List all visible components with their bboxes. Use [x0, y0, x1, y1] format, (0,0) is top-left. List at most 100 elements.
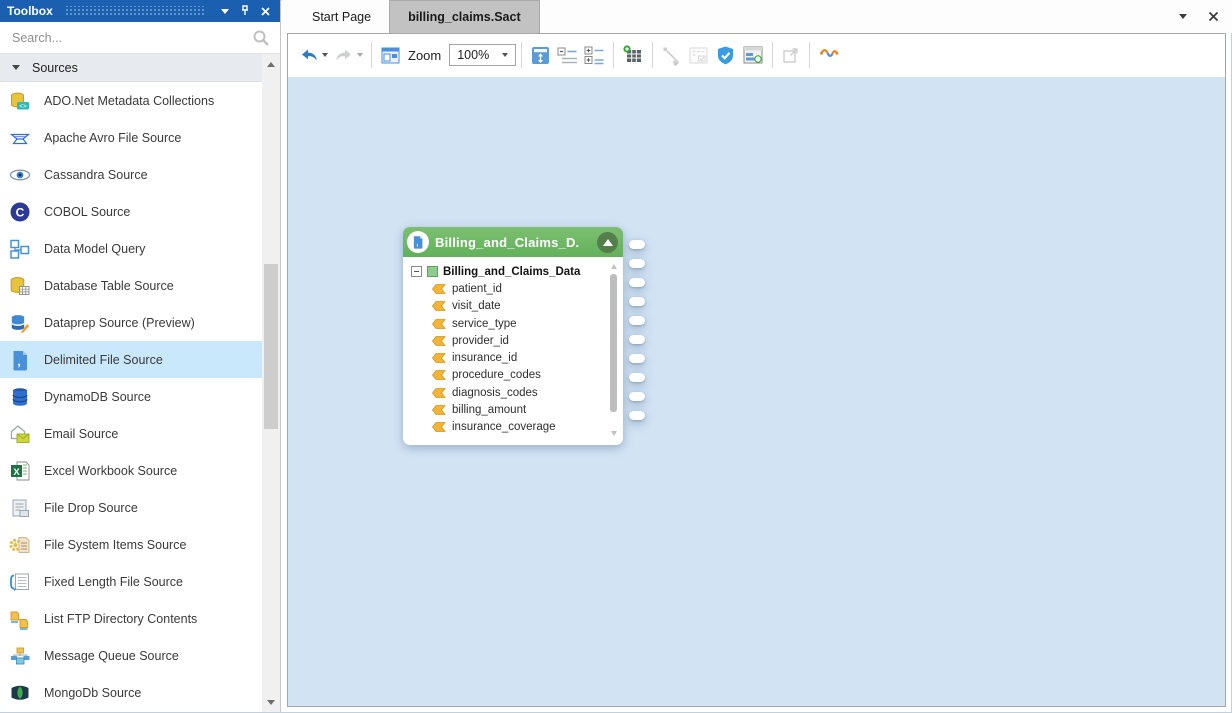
ado-net-icon: <> — [9, 90, 31, 112]
sources-section-header[interactable]: Sources — [0, 54, 262, 82]
toolbox-item-label: Cassandra Source — [44, 168, 148, 182]
collapse-triangle-icon — [603, 239, 613, 246]
tab-list-dropdown-icon[interactable] — [1176, 10, 1190, 24]
toolbox-title: Toolbox — [7, 4, 53, 18]
toolbox-items-list: <> ADO.Net Metadata Collections Apache A… — [0, 82, 262, 711]
undo-button[interactable] — [296, 40, 331, 70]
node-scrollbar-thumb[interactable] — [610, 274, 617, 412]
file-system-icon — [9, 534, 31, 556]
tab-billing-claims[interactable]: billing_claims.Sact — [389, 0, 540, 33]
scrollbar-thumb[interactable] — [264, 264, 278, 429]
field-row[interactable]: visit_date — [432, 298, 605, 315]
output-port[interactable] — [629, 411, 645, 420]
node-collapse-button[interactable] — [597, 232, 618, 253]
fit-node-button[interactable] — [527, 40, 554, 70]
field-row[interactable]: provider_id — [432, 332, 605, 349]
layout-options-button[interactable] — [377, 40, 404, 70]
field-row[interactable]: procedure_codes — [432, 367, 605, 384]
toolbox-item-label: Dataprep Source (Preview) — [44, 316, 195, 330]
toolbox-item[interactable]: Message Queue Source — [0, 637, 262, 674]
toolbox-item[interactable]: MongoDb Source — [0, 674, 262, 711]
zoom-level-select[interactable]: 100% — [449, 44, 516, 66]
field-row[interactable]: service_type — [432, 315, 605, 332]
field-icon — [432, 388, 446, 398]
scroll-up-icon[interactable] — [262, 56, 280, 72]
titlebar-grip-texture — [65, 6, 205, 16]
output-port[interactable] — [629, 373, 645, 382]
undo-dropdown-icon — [322, 53, 328, 57]
toolbar-separator — [652, 42, 653, 68]
expand-all-button[interactable] — [581, 40, 608, 70]
search-icon[interactable] — [252, 29, 270, 47]
toolbox-item-label: Data Model Query — [44, 242, 145, 256]
preview-data-button[interactable] — [685, 40, 712, 70]
tab-start-page[interactable]: Start Page — [294, 0, 389, 33]
toolbox-menu-dropdown-icon[interactable] — [217, 3, 233, 19]
toolbox-item[interactable]: Fixed Length File Source — [0, 563, 262, 600]
field-row[interactable]: diagnosis_codes — [432, 384, 605, 401]
toolbox-item[interactable]: File Drop Source — [0, 489, 262, 526]
node-scroll-up-icon[interactable] — [611, 264, 617, 270]
close-tab-icon[interactable] — [1206, 10, 1220, 24]
output-port[interactable] — [629, 392, 645, 401]
collapse-all-button[interactable] — [554, 40, 581, 70]
redo-button[interactable] — [331, 40, 366, 70]
field-label: visit_date — [452, 300, 501, 312]
tree-collapse-icon[interactable] — [411, 266, 422, 277]
verify-dataflow-button[interactable] — [712, 40, 739, 70]
toolbox-item[interactable]: X Excel Workbook Source — [0, 452, 262, 489]
add-table-button[interactable] — [619, 40, 647, 70]
toolbox-item[interactable]: C COBOL Source — [0, 193, 262, 230]
file-drop-icon — [9, 497, 31, 519]
search-input[interactable] — [10, 30, 252, 46]
node-fields-list: patient_id visit_date service_type provi… — [411, 280, 605, 436]
svg-text:X: X — [13, 466, 20, 477]
toolbox-item[interactable]: <> ADO.Net Metadata Collections — [0, 82, 262, 119]
toolbox-item[interactable]: , Delimited File Source — [0, 341, 262, 378]
pin-icon[interactable] — [237, 3, 253, 19]
toolbox-item[interactable]: Database Table Source — [0, 267, 262, 304]
node-scrollbar[interactable] — [610, 264, 618, 437]
field-row[interactable]: billing_amount — [432, 401, 605, 418]
output-port[interactable] — [629, 335, 645, 344]
mongodb-icon — [9, 682, 31, 704]
output-port[interactable] — [629, 240, 645, 249]
dynamodb-icon — [9, 386, 31, 408]
output-port[interactable] — [629, 278, 645, 287]
job-progress-window-icon — [742, 44, 764, 66]
toolbox-scrollbar[interactable] — [262, 54, 280, 712]
node-root-row[interactable]: Billing_and_Claims_Data — [411, 263, 605, 280]
cassandra-icon — [9, 164, 31, 186]
output-port[interactable] — [629, 354, 645, 363]
toolbox-item[interactable]: Apache Avro File Source — [0, 119, 262, 156]
toolbox-item[interactable]: Data Model Query — [0, 230, 262, 267]
toolbox-item-label: Apache Avro File Source — [44, 131, 181, 145]
close-icon[interactable] — [257, 3, 273, 19]
toolbox-item[interactable]: Cassandra Source — [0, 156, 262, 193]
scroll-down-icon[interactable] — [262, 694, 280, 710]
toolbox-item[interactable]: List FTP Directory Contents — [0, 600, 262, 637]
auto-layout-links-button[interactable] — [815, 40, 843, 70]
toolbox-item[interactable]: File System Items Source — [0, 526, 262, 563]
job-progress-window-button[interactable] — [739, 40, 767, 70]
output-port[interactable] — [629, 297, 645, 306]
dataflow-canvas[interactable]: , Billing_and_Claims_D. Billing_and_Clai… — [288, 77, 1225, 706]
field-row[interactable]: patient_id — [432, 280, 605, 297]
node-header[interactable]: , Billing_and_Claims_D. — [403, 227, 623, 257]
field-label: insurance_id — [452, 352, 517, 364]
toolbox-item[interactable]: DynamoDB Source — [0, 378, 262, 415]
source-node[interactable]: , Billing_and_Claims_D. Billing_and_Clai… — [403, 227, 623, 445]
maximize-view-button[interactable] — [778, 40, 804, 70]
preview-data-icon — [688, 45, 709, 66]
node-scroll-down-icon[interactable] — [611, 431, 617, 437]
undo-icon — [299, 45, 319, 65]
toolbox-item[interactable]: Dataprep Source (Preview) — [0, 304, 262, 341]
toolbox-item[interactable]: Email Source — [0, 415, 262, 452]
field-row[interactable]: insurance_id — [432, 349, 605, 366]
field-row[interactable]: insurance_coverage — [432, 419, 605, 436]
output-port[interactable] — [629, 316, 645, 325]
output-port[interactable] — [629, 259, 645, 268]
draw-link-button[interactable] — [658, 40, 685, 70]
toolbox-item-label: Email Source — [44, 427, 118, 441]
designer-frame: Zoom 100% — [287, 33, 1226, 707]
